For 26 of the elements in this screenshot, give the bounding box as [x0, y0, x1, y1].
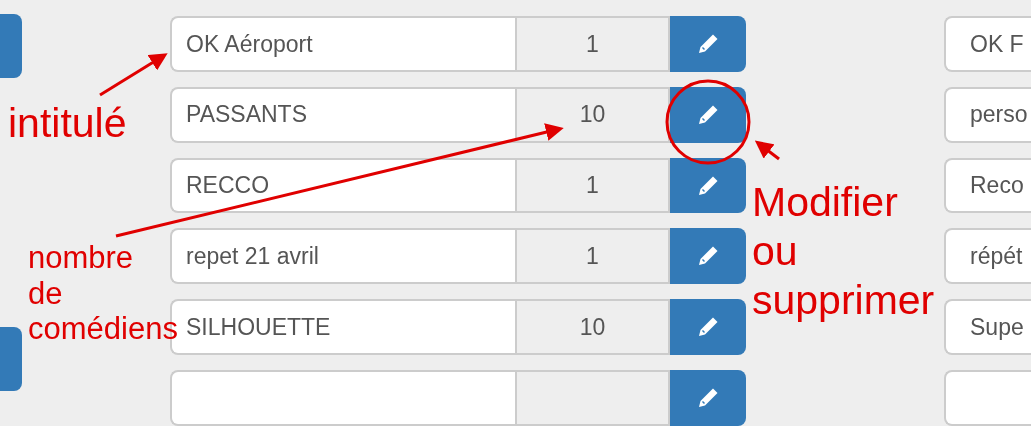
- edit-button[interactable]: [670, 157, 746, 214]
- annotation-text: Modifier ou supprimer: [752, 178, 935, 326]
- name-field[interactable]: repet 21 avril: [170, 228, 515, 285]
- name-field[interactable]: OK Aéroport: [170, 16, 515, 72]
- annotation-text: intitulé: [8, 100, 127, 148]
- name-field[interactable]: Reco: [944, 157, 1031, 214]
- name-field[interactable]: perso: [944, 86, 1031, 143]
- name-field[interactable]: RECCO: [170, 157, 515, 214]
- count-field: 10: [515, 299, 670, 356]
- edit-button[interactable]: [670, 16, 746, 72]
- edit-button[interactable]: [670, 86, 746, 143]
- name-field[interactable]: [944, 370, 1031, 426]
- count-field: 1: [515, 228, 670, 285]
- name-field[interactable]: répét: [944, 228, 1031, 285]
- name-field[interactable]: OK F: [944, 16, 1031, 72]
- annotation-arrow: [754, 140, 780, 161]
- name-field[interactable]: PASSANTS: [170, 86, 515, 143]
- edit-button[interactable]: [670, 299, 746, 356]
- name-field[interactable]: [170, 370, 515, 426]
- annotation-arrow: [99, 53, 168, 97]
- edit-button[interactable]: [670, 370, 746, 426]
- count-field: 1: [515, 157, 670, 214]
- edit-button[interactable]: [670, 228, 746, 285]
- count-field: 10: [515, 86, 670, 143]
- name-field[interactable]: Supe: [944, 299, 1031, 356]
- count-field: 1: [515, 16, 670, 72]
